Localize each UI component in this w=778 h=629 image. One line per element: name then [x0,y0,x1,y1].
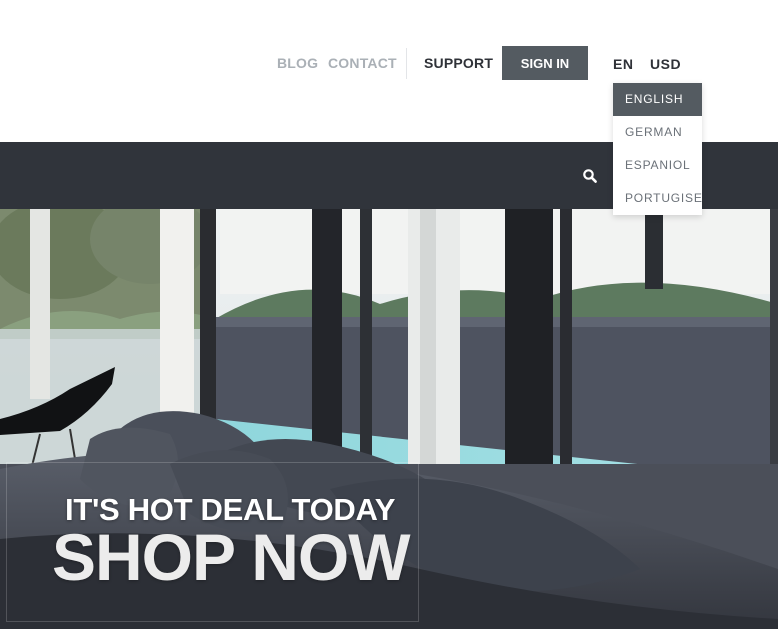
language-dropdown: ENGLISH GERMAN ESPANIOL PORTUGISE [613,83,702,215]
sign-in-button[interactable]: SIGN IN [502,46,588,80]
hero-title[interactable]: SHOP NOW [52,519,410,595]
language-option-espaniol[interactable]: ESPANIOL [613,149,702,182]
language-option-english[interactable]: ENGLISH [613,83,702,116]
language-option-german[interactable]: GERMAN [613,116,702,149]
contact-link[interactable]: CONTACT [328,55,397,71]
language-option-portugise[interactable]: PORTUGISE [613,182,702,215]
hero-banner[interactable]: IT'S HOT DEAL TODAY SHOP NOW [0,209,778,629]
search-icon[interactable] [582,168,598,184]
language-selector[interactable]: EN [613,56,633,72]
blog-link[interactable]: BLOG [277,55,318,71]
currency-selector[interactable]: USD [650,56,681,72]
support-link[interactable]: SUPPORT [424,55,493,71]
header-divider [406,48,407,79]
